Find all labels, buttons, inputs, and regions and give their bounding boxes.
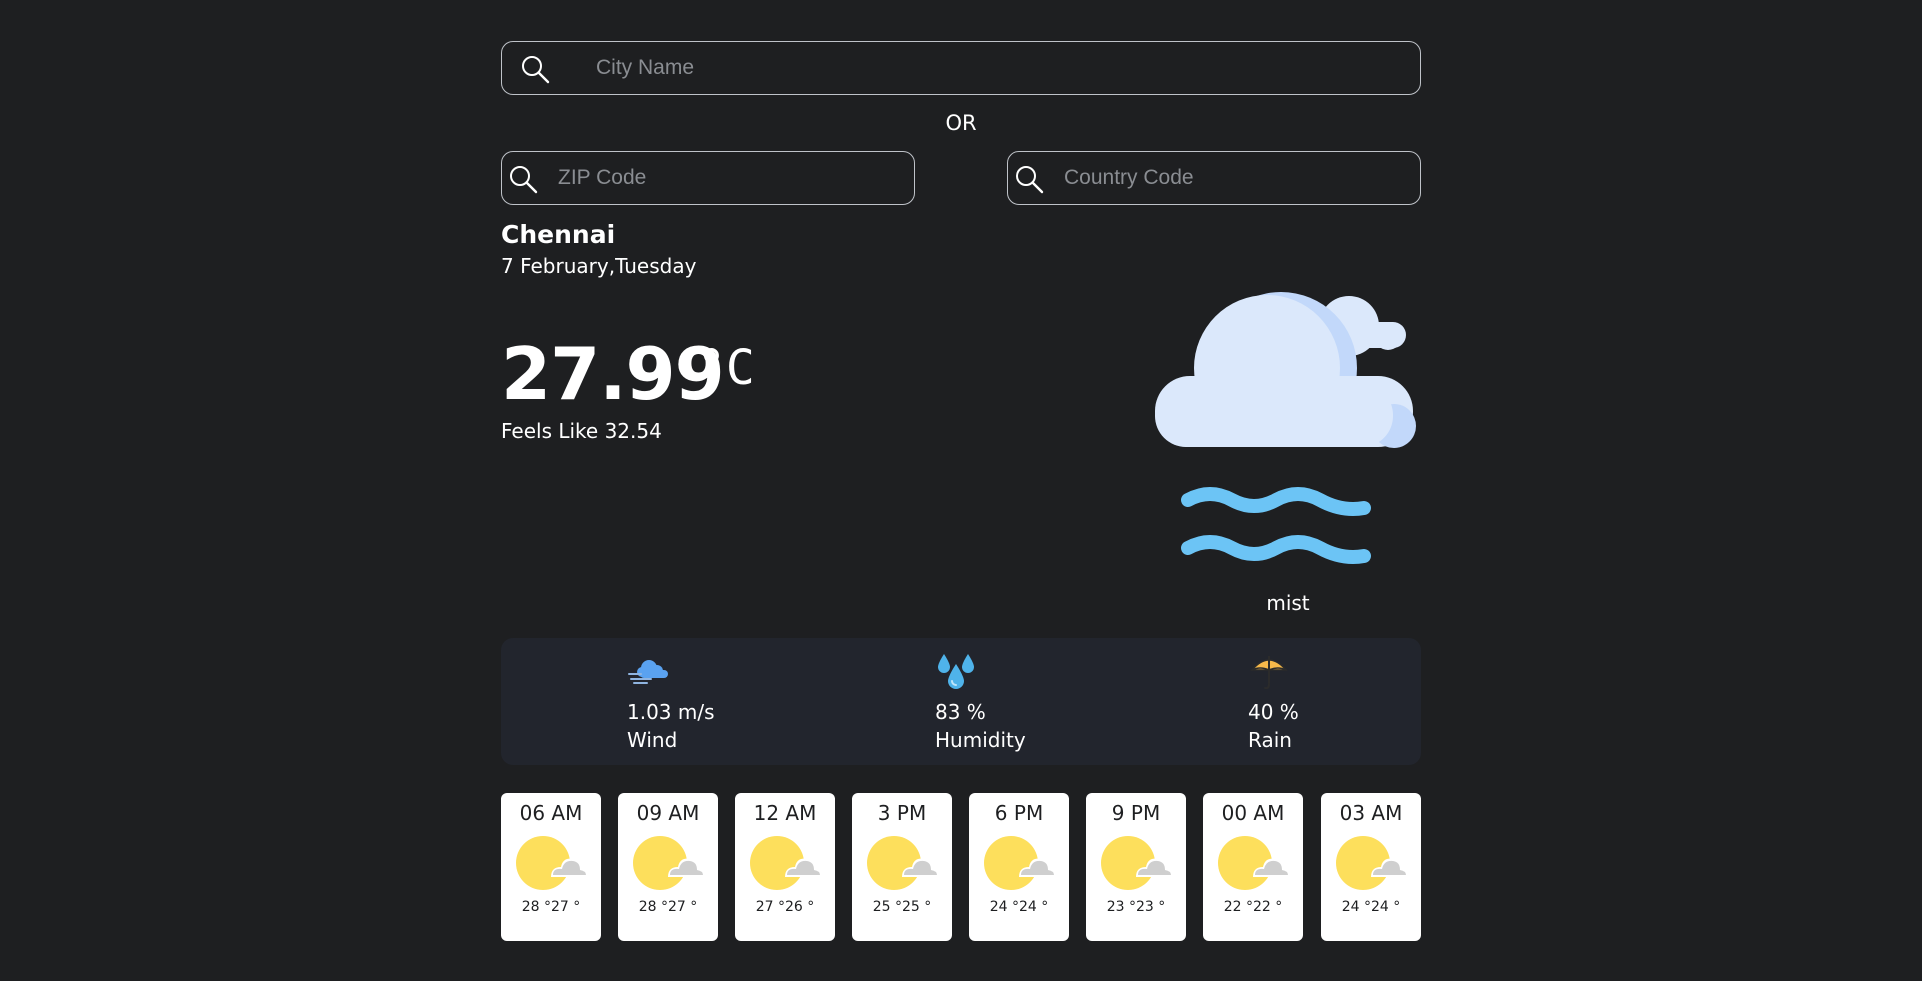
feels-like: Feels Like 32.54 [501,419,662,443]
city-name: Chennai [501,220,616,249]
forecast-time: 3 PM [877,801,927,825]
weather-description: mist [1266,591,1310,615]
humidity-stat: 83 % Humidity [935,650,1026,754]
city-name-input[interactable] [594,42,1410,94]
forecast-time: 09 AM [636,801,700,825]
water-drops-icon [938,654,974,689]
search-icon [522,56,550,84]
search-icon [510,166,538,194]
zip-code-input[interactable] [556,152,904,204]
wind-stat: 1.03 m/s Wind [627,650,715,754]
forecast-temps: 25 °25 ° [872,899,932,915]
city-search-box[interactable] [501,41,1421,95]
humidity-label: Humidity [935,728,1026,752]
forecast-card: 12 AM 27 °26 ° [735,793,835,941]
rain-value: 40 % [1248,700,1299,724]
forecast-temps: 27 °26 ° [755,899,815,915]
hourly-forecast: 06 AM 28 °27 ° 09 AM 28 °27 ° 12 AM 27 °… [501,793,1421,941]
wind-cloud-icon [628,660,668,684]
or-separator: OR [945,111,977,135]
country-search-box[interactable] [1007,151,1421,205]
forecast-card: 06 AM 28 °27 ° [501,793,601,941]
wind-label: Wind [627,728,678,752]
partly-cloudy-icon [1218,836,1290,890]
umbrella-icon [1250,656,1288,690]
forecast-card: 09 AM 28 °27 ° [618,793,718,941]
partly-cloudy-icon [750,836,822,890]
forecast-temps: 23 °23 ° [1106,899,1166,915]
forecast-time: 00 AM [1221,801,1285,825]
forecast-time: 9 PM [1111,801,1161,825]
humidity-value: 83 % [935,700,986,724]
weather-app: OR Chennai 7 February,Tuesday 27.99 °C F… [501,0,1421,981]
forecast-card: 6 PM 24 °24 ° [969,793,1069,941]
mist-cloud-icon [1155,292,1416,564]
forecast-temps: 22 °22 ° [1223,899,1283,915]
forecast-card: 9 PM 23 °23 ° [1086,793,1186,941]
forecast-time: 03 AM [1339,801,1403,825]
wind-value: 1.03 m/s [627,700,715,724]
partly-cloudy-icon [984,836,1056,890]
forecast-time: 06 AM [519,801,583,825]
search-icon [1016,166,1044,194]
partly-cloudy-icon [633,836,705,890]
forecast-temps: 24 °24 ° [989,899,1049,915]
temperature-unit: °C [697,340,755,396]
forecast-temps: 28 °27 ° [521,899,581,915]
stats-panel: 1.03 m/s Wind 83 % Humidity 40 % Rain [501,638,1421,765]
forecast-card: 03 AM 24 °24 ° [1321,793,1421,941]
rain-label: Rain [1248,728,1292,752]
forecast-time: 12 AM [753,801,817,825]
forecast-card: 3 PM 25 °25 ° [852,793,952,941]
country-code-input[interactable] [1062,152,1410,204]
forecast-temps: 24 °24 ° [1341,899,1401,915]
partly-cloudy-icon [1336,836,1408,890]
partly-cloudy-icon [867,836,939,890]
forecast-temps: 28 °27 ° [638,899,698,915]
partly-cloudy-icon [516,836,588,890]
forecast-time: 6 PM [994,801,1044,825]
rain-stat: 40 % Rain [1248,650,1299,754]
partly-cloudy-icon [1101,836,1173,890]
forecast-card: 00 AM 22 °22 ° [1203,793,1303,941]
current-date: 7 February,Tuesday [501,254,697,278]
current-temperature: 27.99 [501,332,725,416]
zip-search-box[interactable] [501,151,915,205]
